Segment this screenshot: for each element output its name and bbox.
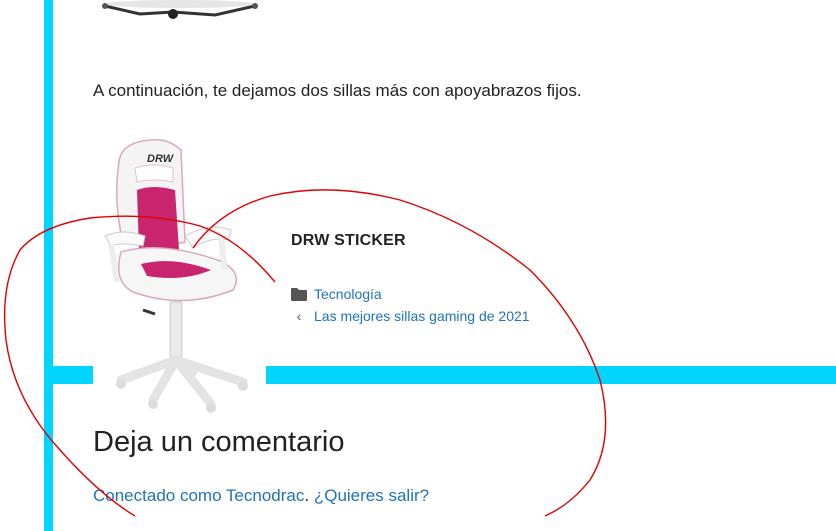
previous-post-link[interactable]: Las mejores sillas gaming de 2021 [314,308,530,324]
section-divider-left [53,366,93,384]
previous-chair-image [102,0,258,19]
left-accent-bar [44,0,53,531]
intro-paragraph: A continuación, te dejamos dos sillas má… [93,81,582,100]
category-link[interactable]: Tecnología [314,286,382,302]
section-divider-right [266,366,836,384]
logout-link[interactable]: ¿Quieres salir? [314,486,429,505]
folder-icon [291,287,307,301]
logged-in-as: Conectado como Tecnodrac. ¿Quieres salir… [93,486,429,506]
comments-heading: Deja un comentario [93,426,345,458]
svg-text:DRW: DRW [147,153,175,165]
product-title: DRW STICKER [291,232,406,249]
separator-text: . [304,486,310,505]
profile-link[interactable]: Conectado como Tecnodrac [93,486,304,505]
chevron-left-icon: ‹ [296,308,302,324]
previous-post-nav: ‹ Las mejores sillas gaming de 2021 [291,308,530,324]
post-category: Tecnología [291,286,382,302]
drw-sticker-chair-image: DRW [104,138,248,413]
